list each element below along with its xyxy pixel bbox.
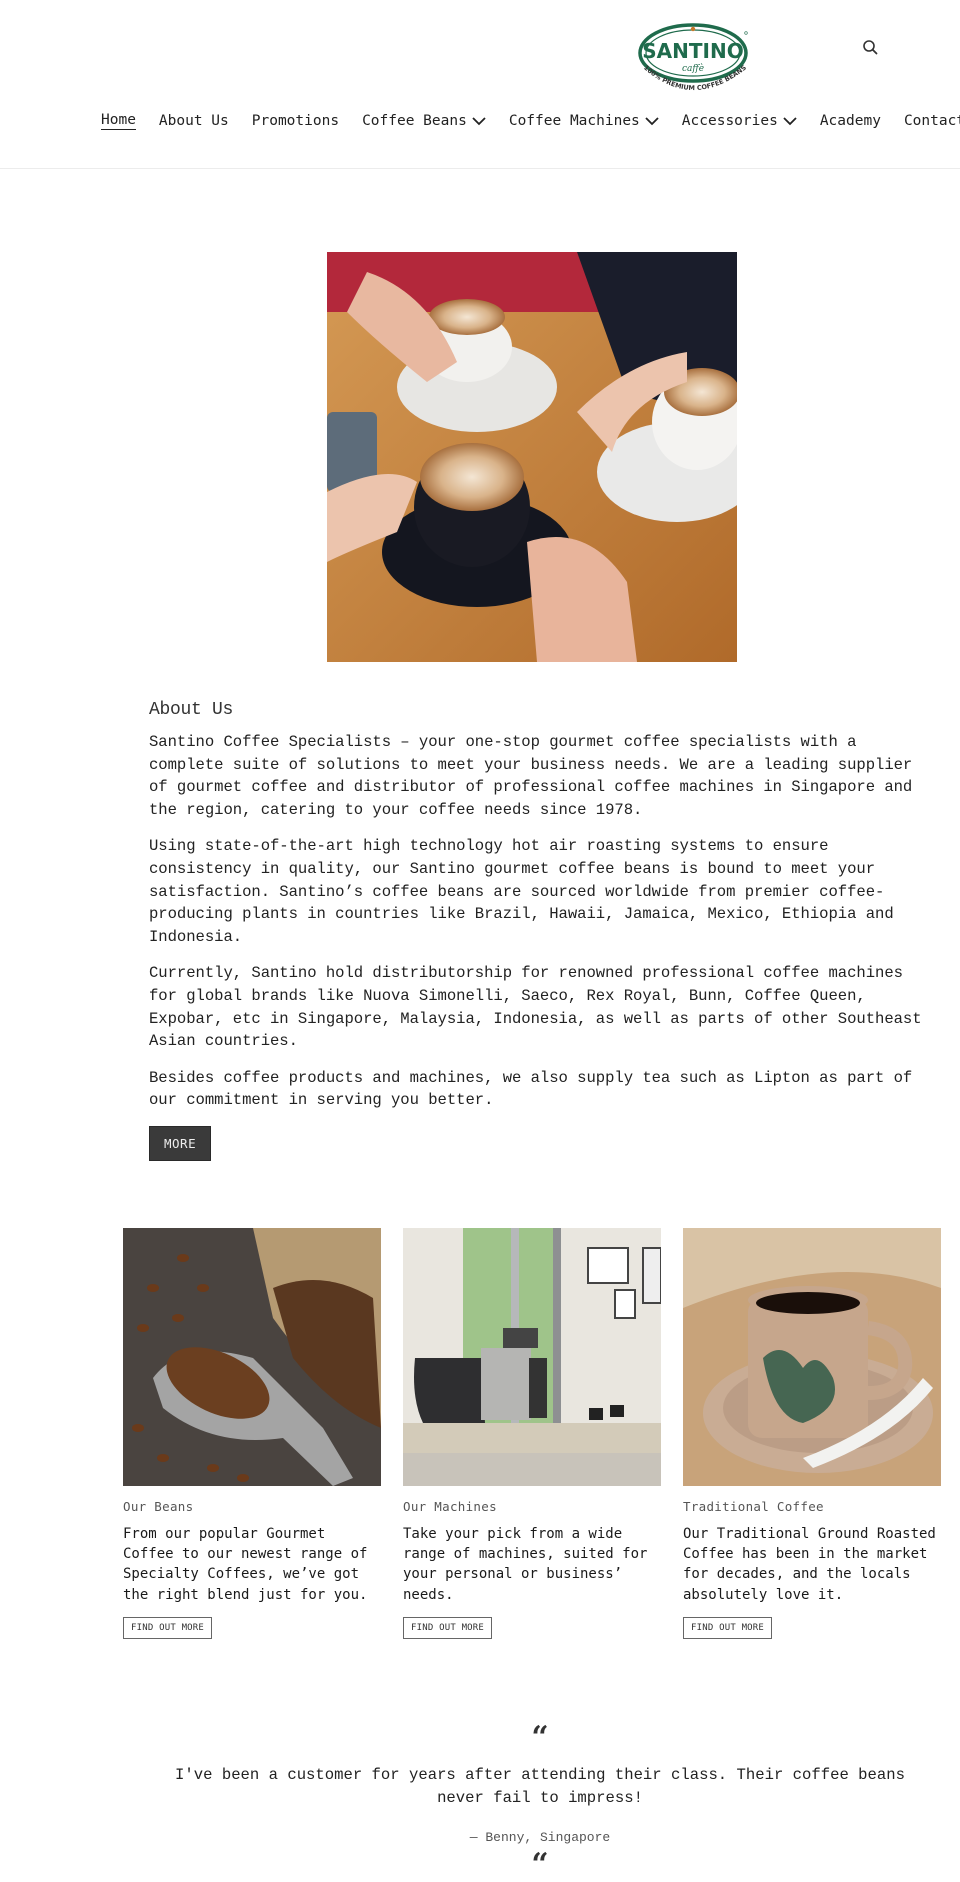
testimonial-quote: I've been a customer for years after att… xyxy=(175,1766,905,1807)
logo-sub: caffè xyxy=(682,63,704,74)
quote-icon: “ xyxy=(531,1720,549,1755)
card-text: Our Traditional Ground Roasted Coffee ha… xyxy=(683,1526,936,1603)
find-out-more-button[interactable]: FIND OUT MORE xyxy=(683,1617,773,1639)
about-paragraph: Besides coffee products and machines, we… xyxy=(149,1068,913,1110)
card-traditional-coffee: Traditional Coffee Our Traditional Groun… xyxy=(683,1228,941,1639)
about-section: About Us Santino Coffee Specialists – yo… xyxy=(149,700,939,1161)
nav-item-academy[interactable]: Academy xyxy=(820,109,881,133)
card-text: Take your pick from a wide range of mach… xyxy=(403,1526,648,1603)
nav-label: Contact Us xyxy=(903,113,960,129)
card-title: Our Machines xyxy=(403,1499,497,1514)
hero-image xyxy=(327,252,737,662)
nav-label: About Us xyxy=(158,113,229,129)
about-paragraph: Currently, Santino hold distributorship … xyxy=(149,964,922,1051)
nav-item-coffee-machines[interactable]: Coffee Machines xyxy=(509,109,659,133)
card-image-traditional[interactable] xyxy=(683,1228,941,1486)
card-title: Traditional Coffee xyxy=(683,1499,824,1514)
nav-item-promotions[interactable]: Promotions xyxy=(252,109,339,133)
site-header: SANTINO caffè 100% PREMIUM COFFEE BEANS … xyxy=(0,0,960,169)
nav-label: Home xyxy=(101,112,136,130)
nav-item-home[interactable]: Home xyxy=(101,109,136,133)
card-title: Our Beans xyxy=(123,1499,194,1514)
nav-label: Coffee Beans xyxy=(362,113,467,129)
testimonial-author: — Benny, Singapore xyxy=(469,1830,611,1846)
chevron-down-icon xyxy=(645,117,659,126)
santino-logo[interactable]: SANTINO caffè 100% PREMIUM COFFEE BEANS xyxy=(637,20,755,96)
nav-item-about-us[interactable]: About Us xyxy=(159,109,229,133)
nav-label: Coffee Machines xyxy=(508,113,640,129)
search-icon xyxy=(863,40,878,55)
card-image-machines[interactable] xyxy=(403,1228,661,1486)
nav-item-contact-us[interactable]: Contact Us xyxy=(904,109,960,133)
card-text: From our popular Gourmet Coffee to our n… xyxy=(123,1526,368,1603)
nav-item-accessories[interactable]: Accessories xyxy=(682,109,797,133)
card-our-machines: Our Machines Take your pick from a wide … xyxy=(403,1228,661,1639)
find-out-more-button[interactable]: FIND OUT MORE xyxy=(123,1617,213,1639)
card-our-beans: Our Beans From our popular Gourmet Coffe… xyxy=(123,1228,381,1639)
card-image-beans[interactable] xyxy=(123,1228,381,1486)
nav-label: Academy xyxy=(819,113,881,129)
main-nav: Home About Us Promotions Coffee Beans Co… xyxy=(101,109,960,133)
about-title: About Us xyxy=(149,700,234,720)
quote-icon: “ xyxy=(531,1847,549,1882)
about-paragraph: Using state-of-the-art high technology h… xyxy=(149,837,894,946)
chevron-down-icon xyxy=(472,117,486,126)
nav-item-coffee-beans[interactable]: Coffee Beans xyxy=(362,109,486,133)
find-out-more-button[interactable]: FIND OUT MORE xyxy=(403,1617,493,1639)
search-button[interactable] xyxy=(861,38,881,58)
chevron-down-icon xyxy=(783,117,797,126)
about-paragraph: Santino Coffee Specialists – your one-st… xyxy=(149,733,913,819)
nav-label: Promotions xyxy=(251,113,340,129)
testimonial-section: “ I've been a customer for years after a… xyxy=(140,1720,940,1882)
logo-wordmark: SANTINO xyxy=(642,39,743,63)
nav-label: Accessories xyxy=(681,113,778,129)
more-button[interactable]: MORE xyxy=(149,1125,212,1161)
